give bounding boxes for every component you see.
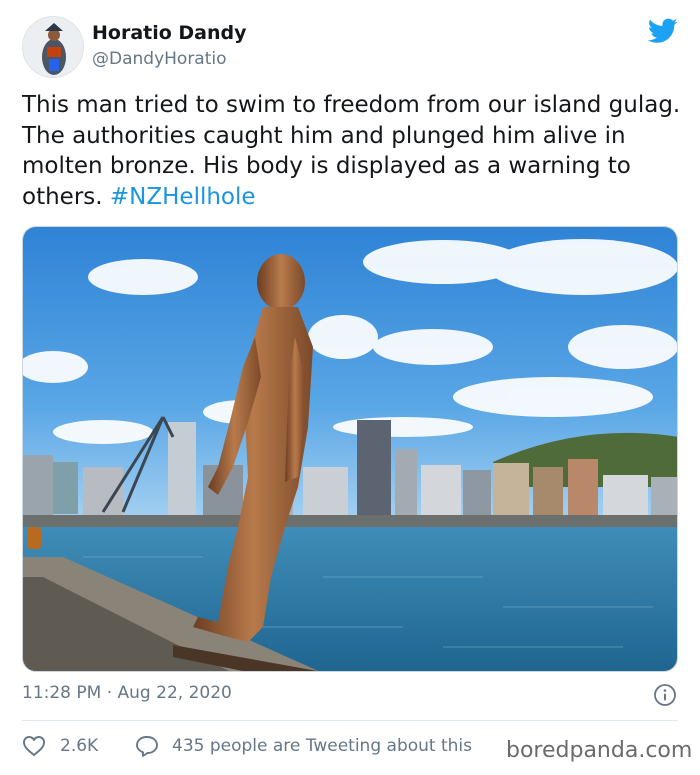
user-handle[interactable]: @DandyHoratio xyxy=(92,49,227,69)
tweeting-about-link[interactable]: 435 people are Tweeting about this xyxy=(172,736,472,756)
info-icon[interactable] xyxy=(653,683,677,707)
watermark: boredpanda.com xyxy=(504,738,695,763)
avatar-image xyxy=(23,17,83,77)
tweet-timestamp[interactable]: 11:28 PM · Aug 22, 2020 xyxy=(22,683,232,703)
tweet-photo[interactable] xyxy=(22,226,678,672)
avatar[interactable] xyxy=(22,16,84,78)
speech-bubble-icon[interactable] xyxy=(134,734,160,758)
hashtag-link[interactable]: #NZHellhole xyxy=(110,184,256,210)
display-name[interactable]: Horatio Dandy xyxy=(92,22,247,44)
divider xyxy=(22,720,678,721)
photo-statue-harbour xyxy=(23,227,677,671)
heart-icon[interactable] xyxy=(22,735,46,757)
twitter-bird-icon[interactable] xyxy=(648,18,678,44)
like-count[interactable]: 2.6K xyxy=(60,736,98,756)
tweet-text: This man tried to swim to freedom from o… xyxy=(22,90,682,212)
tweet-card: Horatio Dandy @DandyHoratio This man tri… xyxy=(0,0,700,775)
